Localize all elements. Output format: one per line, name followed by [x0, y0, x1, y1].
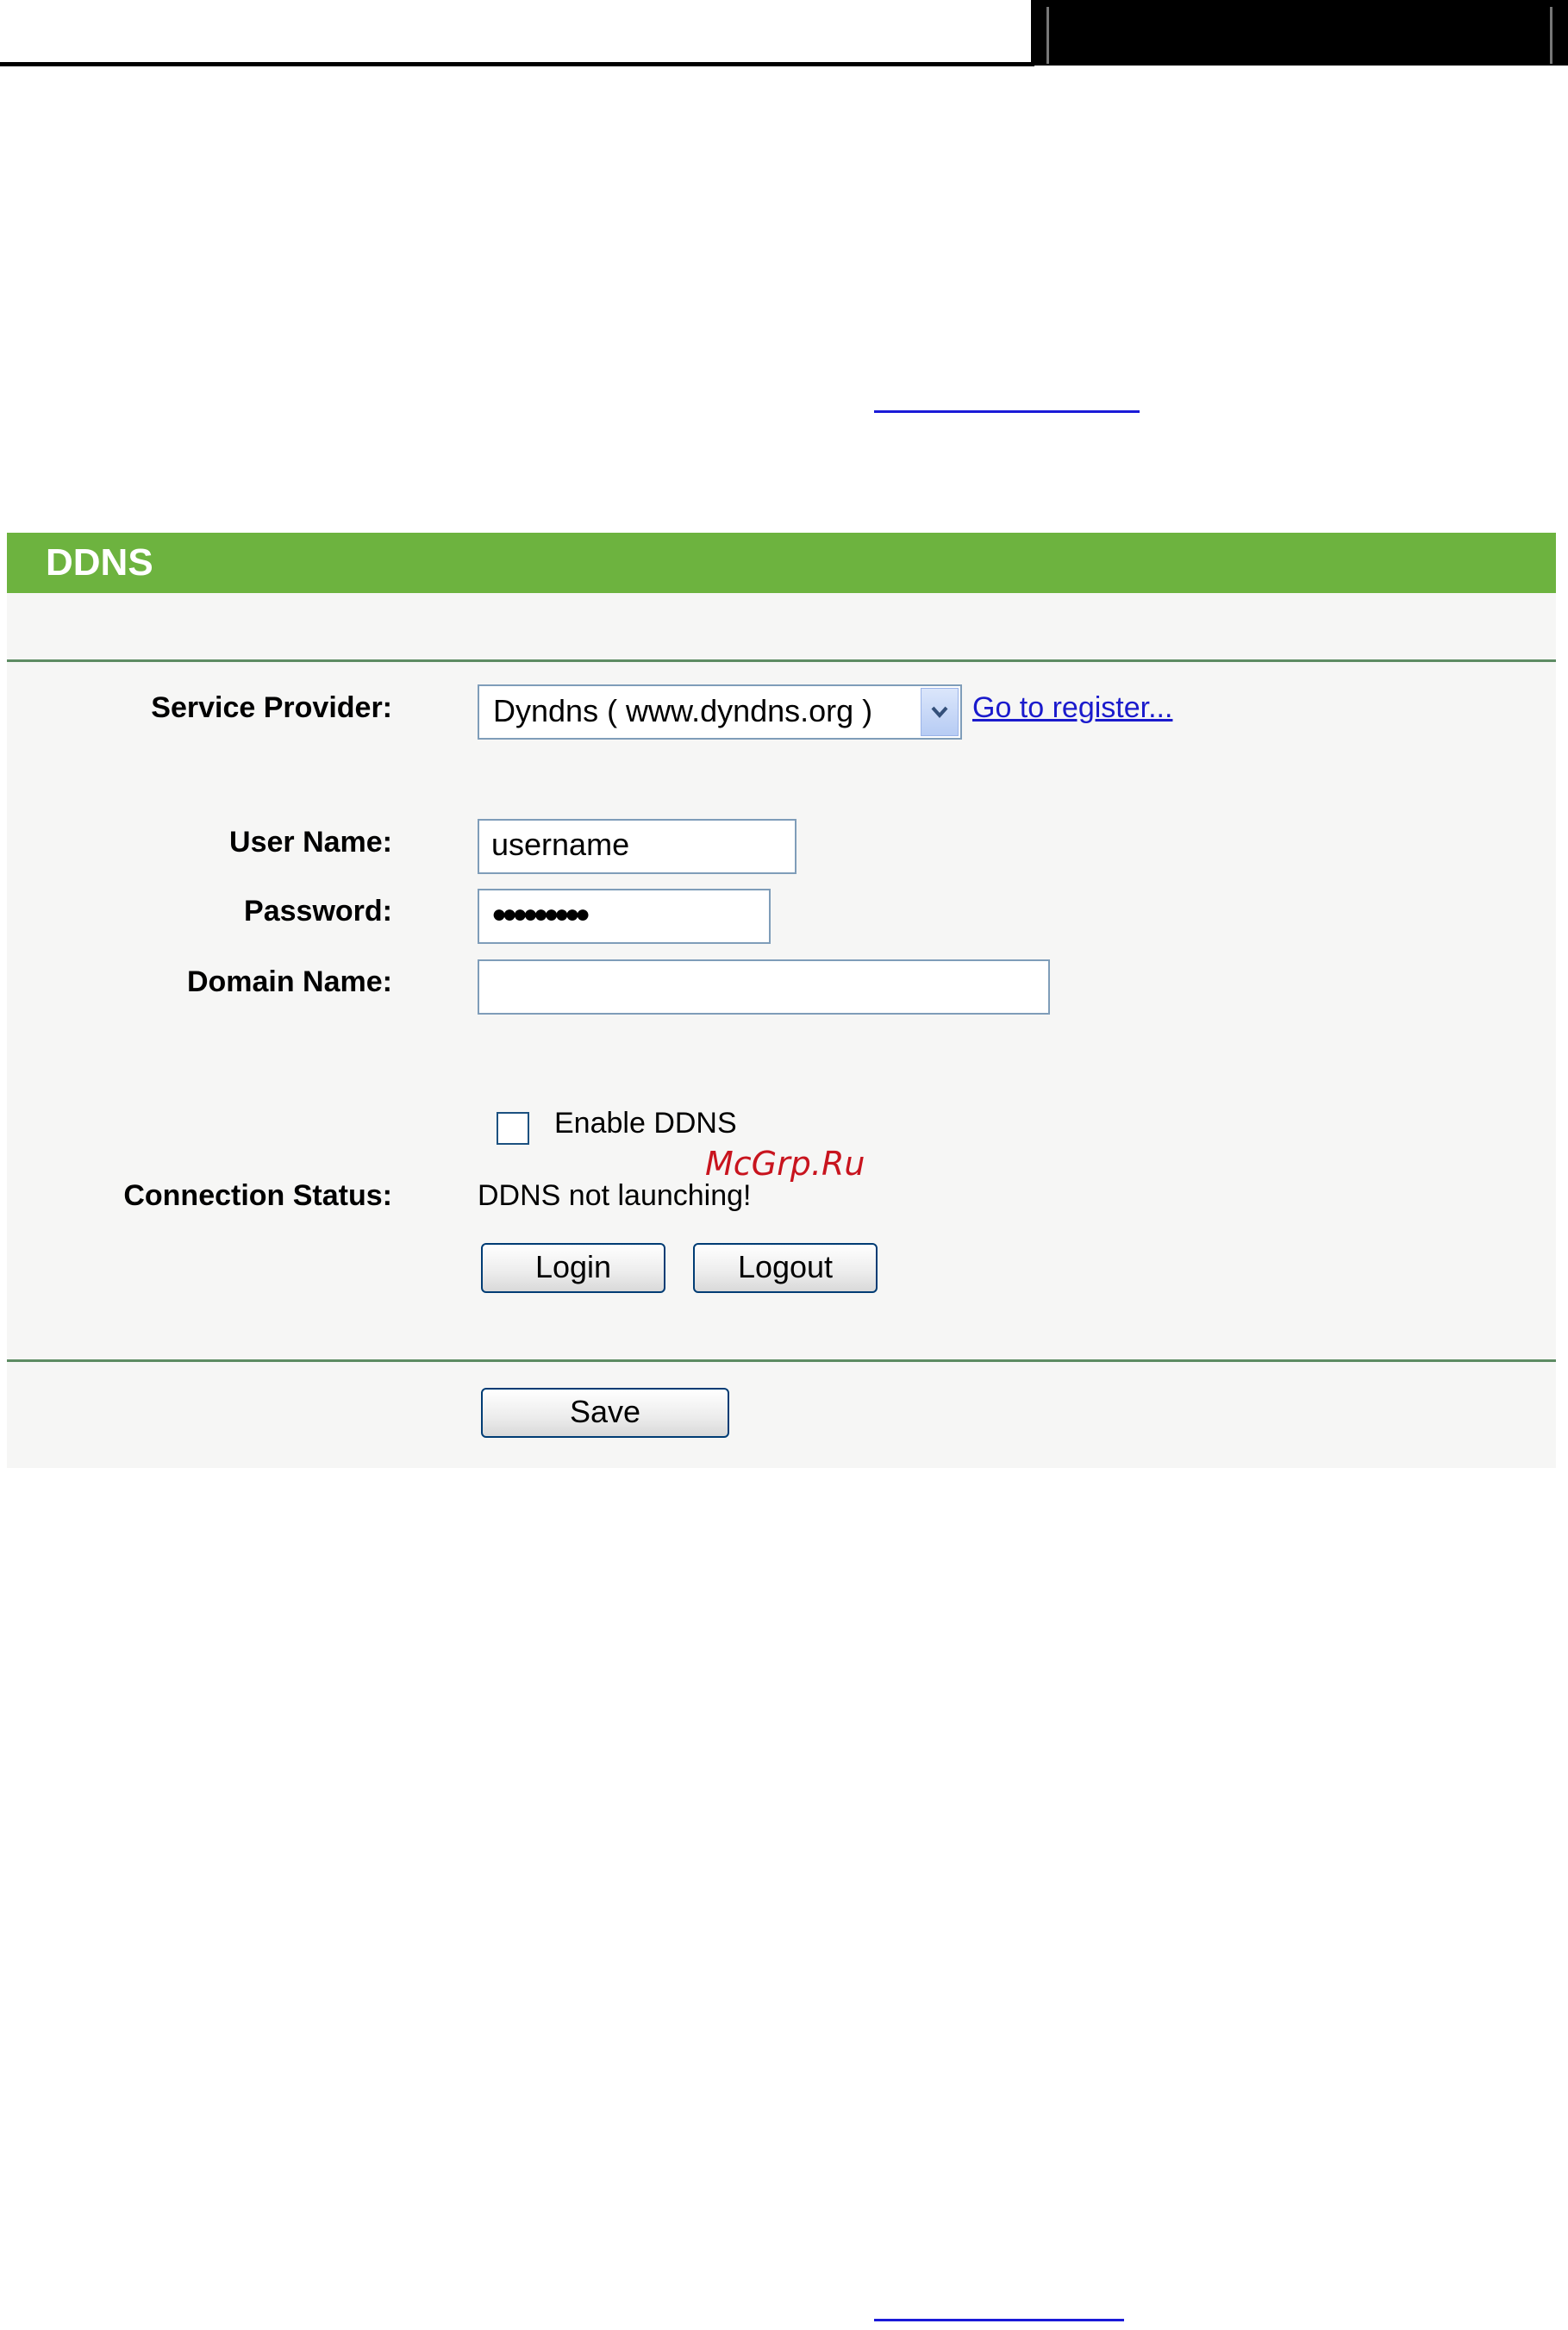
domain-name-input[interactable] [478, 959, 1050, 1015]
chevron-down-icon [931, 706, 948, 719]
enable-ddns-checkbox[interactable] [497, 1112, 529, 1145]
panel-header: DDNS [7, 533, 1556, 593]
connection-status-value: DDNS not launching! [478, 1179, 752, 1212]
user-name-input[interactable]: username [478, 819, 796, 874]
dropdown-button[interactable] [921, 688, 959, 736]
logout-button[interactable]: Logout [693, 1243, 878, 1293]
connection-status-label: Connection Status: [123, 1179, 392, 1212]
service-provider-select[interactable]: Dyndns ( www.dyndns.org ) [478, 684, 962, 740]
document-link-underline[interactable] [874, 410, 1140, 413]
separator-top [7, 659, 1556, 662]
document-link-underline[interactable] [874, 2319, 1124, 2321]
service-provider-selected: Dyndns ( www.dyndns.org ) [493, 693, 873, 728]
header-block-edge [1550, 7, 1552, 64]
header-rule [0, 62, 1034, 66]
ddns-panel: DDNS Service Provider: Dyndns ( www.dynd… [7, 533, 1556, 1468]
watermark: McGrp.Ru [705, 1145, 865, 1183]
password-label: Password: [244, 895, 392, 928]
user-name-label: User Name: [229, 826, 392, 859]
go-to-register-link[interactable]: Go to register... [972, 691, 1172, 725]
header-block-edge [1046, 7, 1049, 64]
domain-name-label: Domain Name: [186, 965, 392, 998]
panel-title: DDNS [46, 541, 153, 584]
password-input[interactable]: ●●●●●●●●● [478, 889, 771, 944]
enable-ddns-label: Enable DDNS [554, 1107, 737, 1140]
service-provider-label: Service Provider: [151, 691, 392, 724]
separator-bottom [7, 1359, 1556, 1362]
header-block [1031, 0, 1568, 66]
document-page: DDNS Service Provider: Dyndns ( www.dynd… [0, 0, 1568, 2330]
save-button[interactable]: Save [481, 1388, 729, 1438]
login-button[interactable]: Login [481, 1243, 665, 1293]
